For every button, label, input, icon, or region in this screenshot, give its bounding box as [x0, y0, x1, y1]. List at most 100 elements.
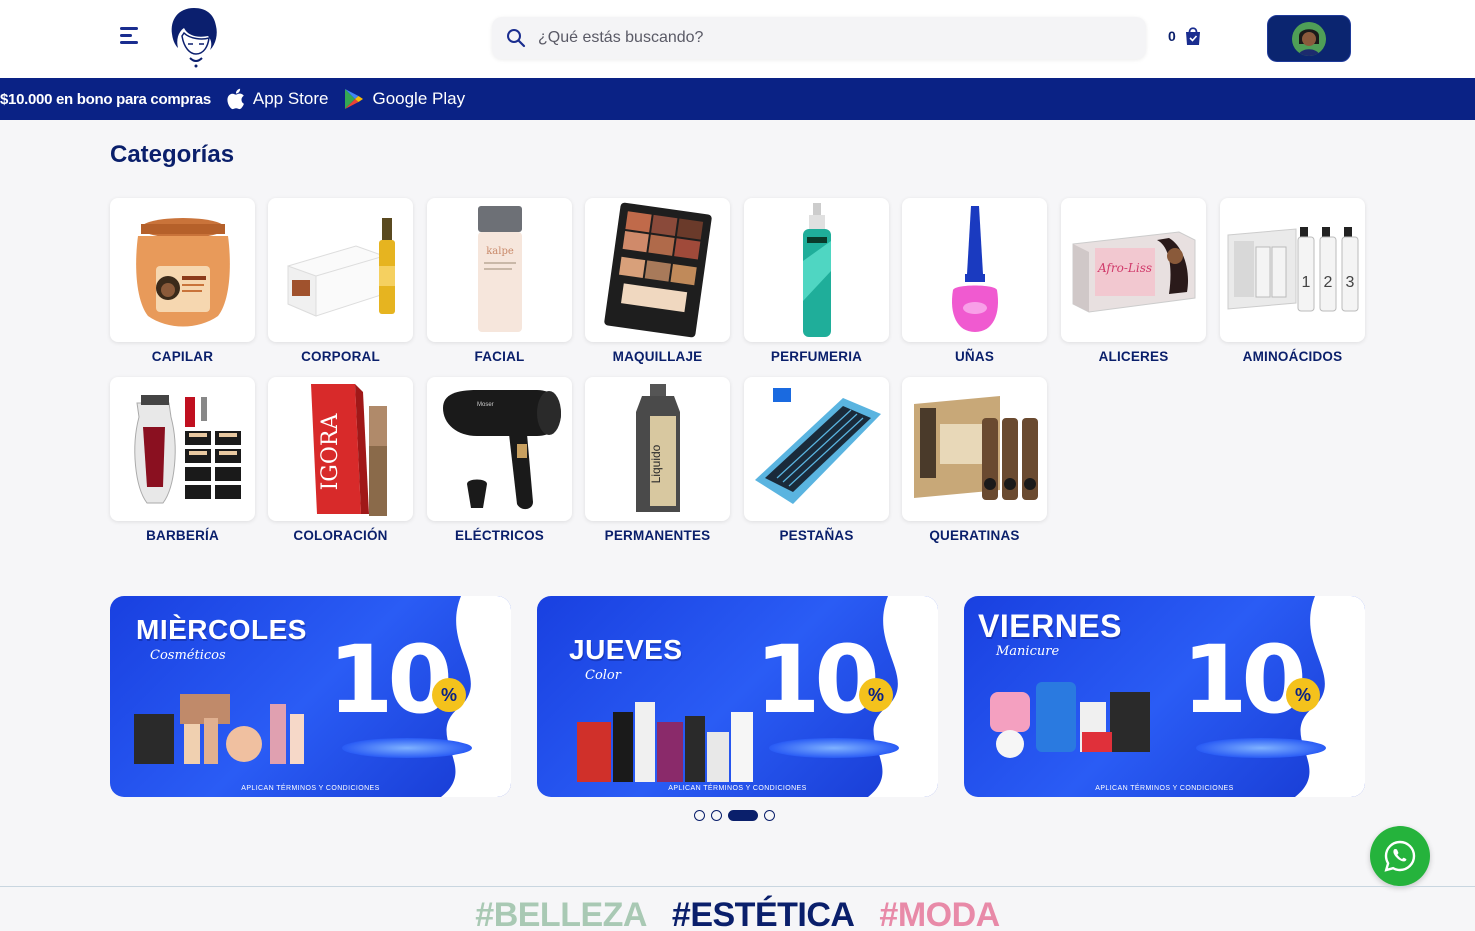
category-permanentes[interactable]: Liquido PERMANENTES [585, 377, 730, 547]
app-store-link[interactable]: App Store [227, 88, 329, 110]
category-label: ELÉCTRICOS [454, 528, 544, 543]
category-image [902, 198, 1047, 342]
category-perfumeria[interactable]: PERFUMERIA [744, 198, 889, 368]
svg-text:Afro-Liss: Afro-Liss [1096, 261, 1151, 275]
category-image [268, 198, 413, 342]
banner-percent-badge: % [432, 678, 466, 712]
category-barberia[interactable]: BARBERÍA [110, 377, 255, 547]
app-store-label: App Store [252, 89, 329, 108]
google-play-label: Google Play [372, 89, 466, 108]
category-label: UÑAS [954, 349, 995, 364]
hashtag-estetica: #ESTÉTICA [671, 896, 855, 931]
category-label: FACIAL [474, 349, 525, 364]
search-icon[interactable] [506, 28, 526, 48]
banner-title: JUEVES [569, 634, 683, 665]
carousel-dot[interactable] [764, 810, 775, 821]
category-maquillaje[interactable]: MAQUILLAJE [585, 198, 730, 368]
category-capilar[interactable]: CAPILAR [110, 198, 255, 368]
footer-divider [0, 886, 1475, 887]
cart-count: 0 [1168, 28, 1176, 44]
manicure-products-image [990, 682, 1150, 758]
google-play-link[interactable]: Google Play [344, 88, 465, 110]
whatsapp-button[interactable] [1370, 826, 1430, 886]
banner-percent-badge: % [1286, 678, 1320, 712]
promo-banner-friday[interactable]: VIERNES Manicure 10 % APLICAN TÉRMINOS Y… [964, 596, 1365, 797]
hashtag-belleza: #BELLEZA [475, 896, 647, 931]
category-label: PERFUMERIA [770, 349, 863, 364]
menu-icon[interactable] [120, 24, 144, 46]
category-queratinas[interactable]: QUERATINAS [902, 377, 1047, 547]
svg-text:1: 1 [1301, 274, 1310, 291]
apple-icon [227, 88, 244, 110]
category-electricos[interactable]: Moser ELÉCTRICOS [427, 377, 572, 547]
category-label: PESTAÑAS [779, 528, 854, 543]
category-image [744, 377, 889, 521]
eyelash-tray-icon [754, 388, 881, 504]
carousel-dots [694, 810, 775, 821]
promo-text: $10.000 en bono para compras [0, 90, 211, 108]
category-aliceres[interactable]: Afro-Liss ALICERES [1061, 198, 1206, 368]
category-label: MAQUILLAJE [612, 349, 703, 364]
promo-banner-wednesday[interactable]: MIÈRCOLES Cosméticos 10 % APLICAN TÉRMIN… [110, 596, 511, 797]
category-label: CORPORAL [301, 349, 380, 364]
perfume-spray-icon [802, 203, 831, 337]
banner-terms: APLICAN TÉRMINOS Y CONDICIONES [668, 785, 807, 792]
category-image: 1 2 3 [1220, 198, 1365, 342]
category-image [110, 377, 255, 521]
header: 0 [0, 0, 1475, 78]
cosmetics-products-image [134, 694, 304, 764]
hair-cream-jar-icon [135, 218, 230, 327]
svg-text:Moser: Moser [477, 402, 494, 408]
category-pestanas[interactable]: PESTAÑAS [744, 377, 889, 547]
search-bar [492, 17, 1146, 59]
pedestal [769, 738, 899, 758]
svg-text:Liquido: Liquido [649, 444, 663, 483]
banner-percent-badge: % [859, 678, 893, 712]
category-label: PERMANENTES [604, 528, 711, 543]
avatar [1292, 21, 1326, 56]
category-label: BARBERÍA [146, 528, 219, 543]
cart-button[interactable]: 0 [1168, 22, 1202, 50]
category-unas[interactable]: UÑAS [902, 198, 1047, 368]
categories-title: Categorías [110, 141, 235, 168]
banner-percent: 10 [1182, 626, 1307, 735]
svg-text:kalpe: kalpe [486, 246, 514, 257]
brand-logo[interactable] [168, 6, 220, 68]
svg-text:3: 3 [1345, 274, 1354, 291]
category-image [110, 198, 255, 342]
category-image: Afro-Liss [1061, 198, 1206, 342]
banner-subtitle: Color [585, 668, 621, 683]
pedestal [342, 738, 472, 758]
category-facial[interactable]: kalpe FACIAL [427, 198, 572, 368]
category-image: IGORA [268, 377, 413, 521]
hair-clipper-icon [133, 395, 241, 504]
eyeshadow-palette-icon [603, 202, 712, 338]
google-play-icon [345, 89, 364, 109]
banner-percent: 10 [755, 626, 880, 735]
carousel-dot-active[interactable] [728, 810, 758, 821]
perm-bottle-icon: Liquido [635, 384, 680, 512]
color-products-image [577, 702, 753, 782]
category-image: Moser [427, 377, 572, 521]
category-image: kalpe [427, 198, 572, 342]
shopping-bag-icon [1185, 27, 1200, 45]
body-ampoule-icon [287, 218, 395, 317]
search-input[interactable] [538, 17, 1128, 59]
carousel-dot[interactable] [694, 810, 705, 821]
carousel-dot[interactable] [711, 810, 722, 821]
category-image [902, 377, 1047, 521]
promo-banner-thursday[interactable]: JUEVES Color 10 % APLICAN TÉRMINOS Y CON… [537, 596, 938, 797]
hashtag-moda: #MODA [879, 896, 1000, 931]
banner-title: VIERNES [978, 608, 1122, 644]
svg-text:IGORA: IGORA [318, 413, 343, 491]
user-profile-button[interactable] [1267, 15, 1351, 62]
banner-subtitle: Cosméticos [150, 648, 226, 663]
category-corporal[interactable]: CORPORAL [268, 198, 413, 368]
category-label: AMINOÁCIDOS [1242, 349, 1343, 364]
category-coloracion[interactable]: IGORA COLORACIÓN [268, 377, 413, 547]
category-image [585, 198, 730, 342]
banner-title: MIÈRCOLES [136, 614, 307, 645]
pedestal [1196, 738, 1326, 758]
category-aminoacidos[interactable]: 1 2 3 AMINOÁCIDOS [1220, 198, 1365, 368]
keratin-kit-icon [913, 396, 1038, 500]
